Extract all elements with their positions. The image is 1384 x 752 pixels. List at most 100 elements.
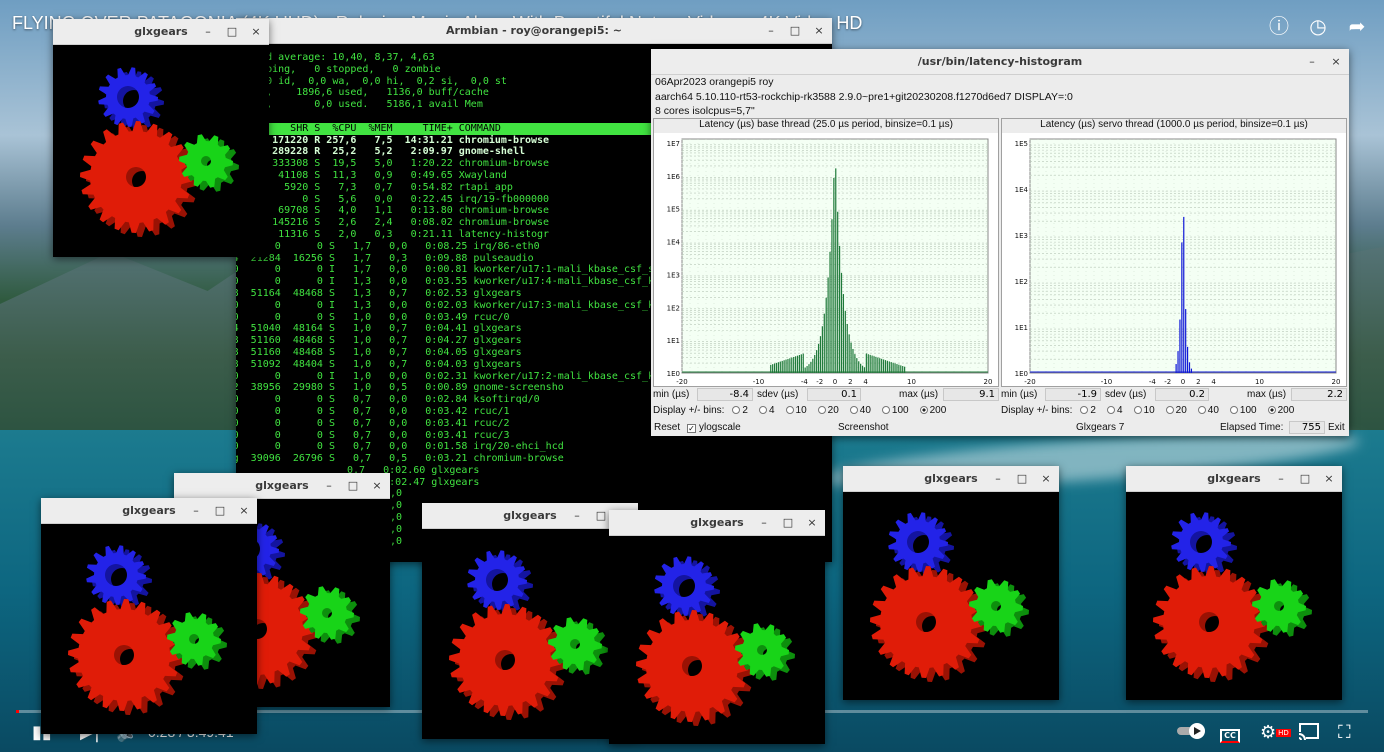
minimize-icon[interactable]: – <box>187 502 205 520</box>
histogram-bar <box>858 361 860 373</box>
terminal-titlebar[interactable]: Armbian - roy@orangepi5: ~ – □ × <box>236 18 832 44</box>
minimize-icon[interactable]: – <box>755 514 773 532</box>
close-icon[interactable]: × <box>803 514 821 532</box>
radio-icon[interactable] <box>1133 406 1142 414</box>
bins-option-4[interactable]: 4 <box>1106 405 1123 416</box>
close-icon[interactable]: × <box>247 23 265 41</box>
glxgears-titlebar[interactable]: glxgears–□× <box>1126 466 1342 492</box>
bins-option-10[interactable]: 10 <box>785 405 807 416</box>
glxgears-window[interactable]: glxgears–□× <box>53 19 269 257</box>
maximize-icon[interactable]: □ <box>779 514 797 532</box>
glxgears-window[interactable]: glxgears–□× <box>609 510 825 744</box>
maximize-icon[interactable]: □ <box>592 507 610 525</box>
gears-svg <box>80 67 239 237</box>
bins-selector[interactable]: Display +/- bins: 2 4 10 20 40 100 200 <box>1001 405 1305 416</box>
radio-icon[interactable] <box>1267 406 1276 414</box>
glxgears-titlebar[interactable]: glxgears–□× <box>422 503 638 529</box>
glxgears-window[interactable]: glxgears–□× <box>843 466 1059 700</box>
bins-option-200[interactable]: 200 <box>919 405 946 416</box>
x-tick-label: 0 <box>833 378 837 386</box>
radio-icon[interactable] <box>1197 406 1206 414</box>
fullscreen-icon[interactable]: ⛶ <box>1338 722 1351 744</box>
autoplay-toggle-icon[interactable] <box>1176 722 1208 744</box>
minimize-icon[interactable]: – <box>1272 470 1290 488</box>
max-value: 2.2 <box>1291 388 1347 401</box>
radio-icon[interactable] <box>1080 406 1089 414</box>
bins-selector[interactable]: Display +/- bins: 2 4 10 20 40 100 200 <box>653 405 957 416</box>
gear-icon[interactable]: ⚙ HD <box>1260 722 1291 744</box>
histogram-bar <box>831 219 833 373</box>
bins-option-2[interactable]: 2 <box>1080 405 1096 416</box>
radio-icon[interactable] <box>1229 406 1238 414</box>
glxgears-titlebar[interactable]: glxgears–□× <box>174 473 390 499</box>
histogram-bar <box>873 356 875 373</box>
bins-option-2[interactable]: 2 <box>732 405 748 416</box>
histogram-bar <box>904 366 906 373</box>
bins-option-100[interactable]: 100 <box>1229 405 1257 416</box>
exit-button[interactable]: Exit <box>1328 421 1345 435</box>
bins-option-10[interactable]: 10 <box>1133 405 1155 416</box>
maximize-icon[interactable]: □ <box>786 22 804 40</box>
histogram-bar <box>856 358 858 373</box>
glxgears-titlebar[interactable]: glxgears–□× <box>843 466 1059 492</box>
glxgears-window[interactable]: glxgears–□× <box>41 498 257 734</box>
bins-option-4[interactable]: 4 <box>758 405 775 416</box>
close-icon[interactable]: × <box>235 502 253 520</box>
minimize-icon[interactable]: – <box>199 23 217 41</box>
minimize-icon[interactable]: – <box>320 477 338 495</box>
minimize-icon[interactable]: – <box>762 22 780 40</box>
maximize-icon[interactable]: □ <box>223 23 241 41</box>
maximize-icon[interactable]: □ <box>344 477 362 495</box>
share-icon[interactable]: ➦ <box>1345 14 1369 38</box>
maximize-icon[interactable]: □ <box>1296 470 1314 488</box>
screenshot-button[interactable]: Screenshot <box>838 421 889 435</box>
radio-icon[interactable] <box>1165 406 1174 414</box>
maximize-icon[interactable]: □ <box>1013 470 1031 488</box>
glxgears-titlebar[interactable]: glxgears–□× <box>41 498 257 524</box>
top-summary-text: ee, 0,0 used. 5186,1 avail Mem <box>254 99 483 111</box>
latency-titlebar[interactable]: /usr/bin/latency-histogram – × <box>651 49 1349 75</box>
radio-icon[interactable] <box>919 406 928 414</box>
bins-option-200[interactable]: 200 <box>1267 405 1294 416</box>
top-summary-text: oad average: 10,40, 8,37, 4,63 <box>254 52 435 63</box>
x-tick-label: 10 <box>1255 378 1264 386</box>
info-icon[interactable]: ⓘ <box>1267 14 1291 38</box>
maximize-icon[interactable]: □ <box>211 502 229 520</box>
cast-icon[interactable] <box>1298 722 1320 744</box>
close-icon[interactable]: × <box>1327 53 1345 71</box>
bins-option-label: 2 <box>742 405 748 416</box>
max-value: 9.1 <box>943 388 999 401</box>
bins-option-20[interactable]: 20 <box>817 405 839 416</box>
bins-option-label: 100 <box>891 405 909 416</box>
bins-option-40[interactable]: 40 <box>1197 405 1219 416</box>
clock-icon[interactable]: ◷ <box>1306 14 1330 38</box>
radio-icon[interactable] <box>849 406 858 414</box>
radio-icon[interactable] <box>817 406 826 414</box>
radio-icon[interactable] <box>758 406 767 414</box>
latency-histogram-window[interactable]: /usr/bin/latency-histogram – × 06Apr2023… <box>651 49 1349 436</box>
x-tick-label: 4 <box>1211 378 1216 386</box>
bins-option-100[interactable]: 100 <box>881 405 909 416</box>
minimize-icon[interactable]: – <box>568 507 586 525</box>
minimize-icon[interactable]: – <box>1303 53 1321 71</box>
close-icon[interactable]: × <box>1037 470 1055 488</box>
gears-svg <box>1153 512 1312 682</box>
glxgears-window[interactable]: glxgears–□× <box>1126 466 1342 700</box>
glxgears-window[interactable]: glxgears–□× <box>422 503 638 739</box>
glxgears-titlebar[interactable]: glxgears–□× <box>609 510 825 536</box>
minimize-icon[interactable]: – <box>989 470 1007 488</box>
bins-option-20[interactable]: 20 <box>1165 405 1187 416</box>
radio-icon[interactable] <box>785 406 794 414</box>
close-icon[interactable]: × <box>1320 470 1338 488</box>
bins-option-40[interactable]: 40 <box>849 405 871 416</box>
radio-icon[interactable] <box>1106 406 1115 414</box>
radio-icon[interactable] <box>732 406 741 414</box>
reset-button[interactable]: Reset <box>654 421 680 435</box>
radio-icon[interactable] <box>881 406 890 414</box>
cc-icon[interactable]: CC <box>1220 722 1240 744</box>
ylogscale-checkbox[interactable]: ✓ ylogscale <box>687 421 741 435</box>
close-icon[interactable]: × <box>810 22 828 40</box>
glxgears-titlebar[interactable]: glxgears–□× <box>53 19 269 45</box>
close-icon[interactable]: × <box>368 477 386 495</box>
min-label: min (µs) <box>1001 389 1038 400</box>
